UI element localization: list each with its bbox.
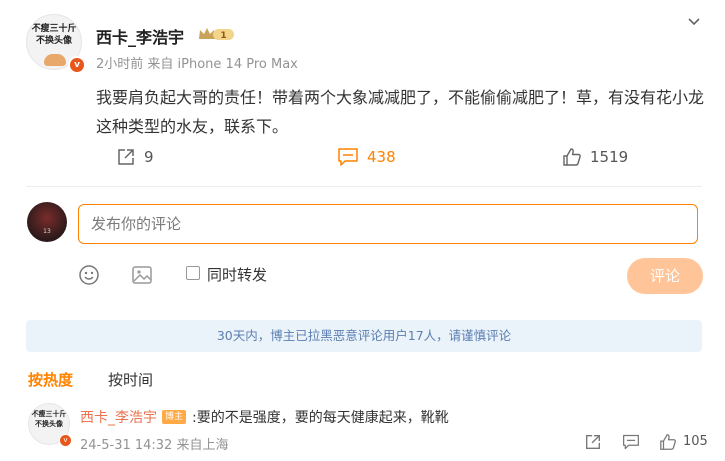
- section-divider: [26, 186, 702, 187]
- share-icon[interactable]: [584, 433, 602, 451]
- avatar-number: 13: [43, 228, 51, 235]
- share-button[interactable]: 9: [116, 146, 154, 168]
- verified-badge-icon: v: [68, 56, 86, 74]
- comment-icon: [338, 148, 358, 166]
- avatar-caption-line2: 不换头像: [35, 420, 63, 428]
- comment-like-count: 105: [683, 434, 708, 449]
- avatar-caption-line2: 不换头像: [35, 36, 72, 46]
- comment-button[interactable]: 438: [337, 146, 396, 168]
- dog-icon: [44, 54, 66, 66]
- tab-sort-by-time[interactable]: 按时间: [108, 369, 153, 390]
- current-user-avatar: 13: [27, 202, 67, 242]
- post-meta: 2小时前 来自 iPhone 14 Pro Max: [96, 57, 298, 72]
- comment-text: :要的不是强度，要的每天健康起来，靴靴: [192, 410, 449, 426]
- like-button[interactable]: 1519: [562, 146, 628, 168]
- svg-text:1: 1: [220, 31, 226, 41]
- emoji-icon[interactable]: [78, 264, 100, 286]
- thumbs-up-icon: [563, 148, 581, 166]
- share-count: 9: [144, 148, 154, 166]
- thumbs-up-icon[interactable]: [659, 433, 677, 451]
- vip-crown-icon: 1: [199, 28, 234, 41]
- post-content: 我要肩负起大哥的责任！带着两个大象减减肥了，不能偷偷减肥了！草，有没有花小龙这种…: [96, 88, 705, 136]
- blogger-tag-badge: 博主: [162, 410, 187, 424]
- submit-comment-button[interactable]: 评论: [627, 258, 703, 294]
- comment-author-name[interactable]: 西卡_李浩宇: [80, 407, 157, 427]
- comment-count: 438: [367, 148, 396, 166]
- repost-checkbox[interactable]: [186, 266, 200, 280]
- avatar-caption-line1: 不瘦三十斤: [31, 24, 77, 34]
- share-icon: [118, 149, 134, 165]
- like-count: 1519: [590, 148, 629, 166]
- tab-sort-by-hot[interactable]: 按热度: [28, 369, 73, 390]
- comment-input[interactable]: [78, 204, 698, 244]
- comment-meta: 24-5-31 14:32 来自上海: [80, 438, 229, 453]
- chevron-down-icon[interactable]: [686, 14, 702, 30]
- comment-notice: 30天内，博主已拉黑恶意评论用户17人，请谨慎评论: [26, 320, 702, 352]
- repost-label[interactable]: 同时转发: [207, 264, 267, 285]
- post-author-name[interactable]: 西卡_李浩宇: [96, 24, 184, 48]
- comment-icon[interactable]: [622, 433, 640, 451]
- verified-badge-icon: v: [59, 434, 72, 447]
- avatar-caption-line1: 不瘦三十斤: [31, 410, 67, 418]
- image-icon[interactable]: [131, 264, 153, 286]
